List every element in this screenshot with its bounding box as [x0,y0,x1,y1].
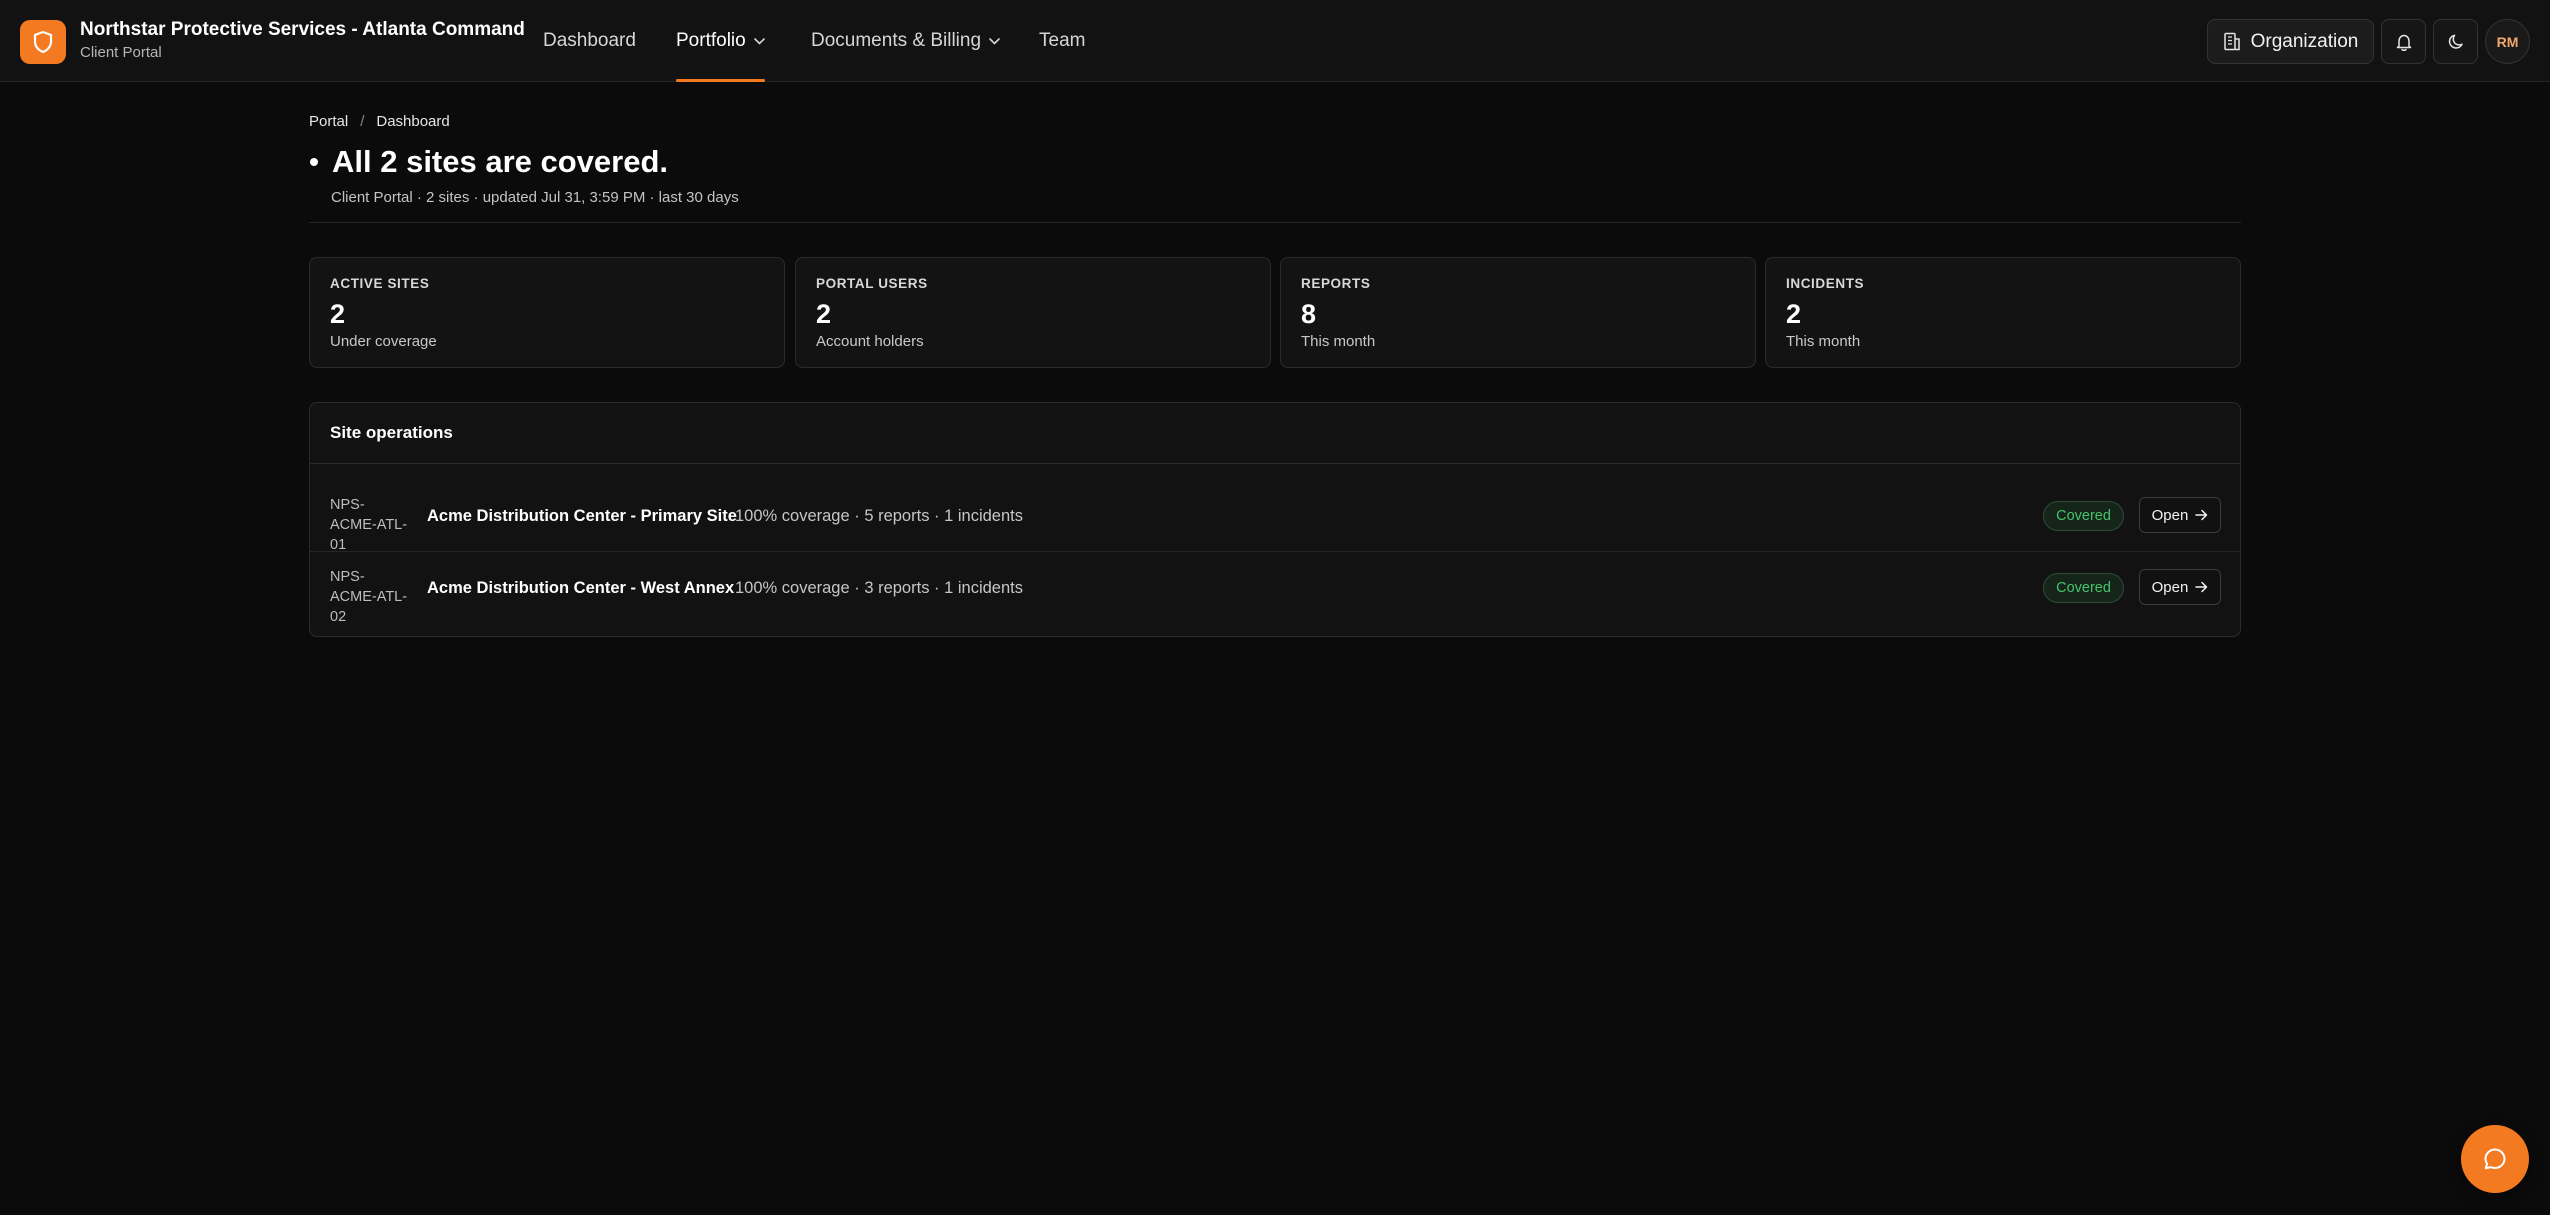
building-icon [2223,32,2240,51]
page-title: All 2 sites are covered. [332,144,669,179]
stat-caption: Account holders [816,333,924,350]
open-site-button[interactable]: Open [2139,569,2221,605]
nav-item-label: Dashboard [543,30,636,51]
breadcrumb-separator: / [360,113,365,130]
nav-item-portfolio[interactable]: Portfolio [676,0,765,82]
chat-button[interactable] [2461,1125,2529,1193]
site-operations-panel: Site operations NPS- ACME-ATL- 01 Acme D… [309,402,2241,637]
breadcrumb-portal-link[interactable]: Portal [309,113,348,130]
nav-item-team[interactable]: Team [1039,0,1085,82]
stat-label: REPORTS [1301,276,1371,291]
stat-card-incidents: INCIDENTS 2 This month [1765,257,2241,368]
nav-item-documents-billing[interactable]: Documents & Billing [811,0,1000,82]
arrow-right-icon [2195,509,2208,521]
chevron-down-icon [989,37,1000,45]
arrow-right-icon [2195,581,2208,593]
organization-button[interactable]: Organization [2207,19,2374,64]
site-name: Acme Distribution Center - West Annex [427,579,735,597]
header-divider [309,222,2241,223]
stat-label: PORTAL USERS [816,276,928,291]
site-code-line: 02 [330,609,347,625]
status-dot [310,158,318,166]
nav-item-dashboard[interactable]: Dashboard [543,0,636,82]
top-navigation-bar: Northstar Protective Services - Atlanta … [0,0,2550,82]
moon-icon [2448,34,2463,49]
nav-item-label: Documents & Billing [811,30,982,51]
site-code: NPS- ACME-ATL- 02 [330,567,410,627]
site-code-line: ACME-ATL- [330,517,408,533]
site-code-line: ACME-ATL- [330,589,408,605]
organization-label: Organization [2250,30,2359,52]
nav-item-label: Team [1039,30,1086,51]
site-row: NPS- ACME-ATL- 02 Acme Distribution Cent… [310,553,2240,627]
open-button-label: Open [2151,578,2189,596]
stat-card-reports: REPORTS 8 This month [1280,257,1756,368]
breadcrumb: Portal / Dashboard [309,113,450,130]
nav-item-label: Portfolio [676,30,746,51]
stat-label: INCIDENTS [1786,276,1865,291]
status-badge: Covered [2043,573,2124,603]
site-meta: 100% coverage · 5 reports · 1 incidents [735,507,1023,525]
status-badge: Covered [2043,501,2124,531]
site-code-line: NPS- [330,497,365,513]
app-title: Northstar Protective Services - Atlanta … [80,19,525,40]
site-name: Acme Distribution Center - Primary Site [427,507,737,525]
site-code-line: NPS- [330,569,365,585]
open-site-button[interactable]: Open [2139,497,2221,533]
site-code-line: 01 [330,537,347,553]
site-row: NPS- ACME-ATL- 01 Acme Distribution Cent… [310,481,2240,555]
app-subtitle: Client Portal [80,44,162,61]
stat-value: 2 [816,299,832,329]
bell-icon [2396,34,2411,51]
stat-value: 2 [1786,299,1802,329]
stat-caption: This month [1786,333,1861,350]
avatar[interactable]: RM [2485,19,2530,64]
stat-caption: This month [1301,333,1376,350]
stat-value: 2 [330,299,346,329]
page-subtitle: Client Portal · 2 sites · updated Jul 31… [331,189,739,206]
notifications-button[interactable] [2381,19,2426,64]
brand-logo[interactable] [20,20,66,64]
shield-icon [33,30,53,54]
stat-value: 8 [1301,299,1317,329]
site-code: NPS- ACME-ATL- 01 [330,495,410,555]
chat-bubble-icon [2484,1148,2506,1170]
stat-caption: Under coverage [330,333,437,350]
stat-card-portal-users: PORTAL USERS 2 Account holders [795,257,1271,368]
breadcrumb-current: Dashboard [376,113,450,130]
stat-card-active-sites: ACTIVE SITES 2 Under coverage [309,257,785,368]
panel-title: Site operations [330,423,453,442]
chevron-down-icon [753,37,765,45]
theme-toggle-button[interactable] [2433,19,2478,64]
page-title-row: All 2 sites are covered. [310,144,668,180]
site-meta: 100% coverage · 3 reports · 1 incidents [735,579,1023,597]
open-button-label: Open [2151,506,2189,524]
stat-label: ACTIVE SITES [330,276,430,291]
panel-header: Site operations [310,403,2240,464]
